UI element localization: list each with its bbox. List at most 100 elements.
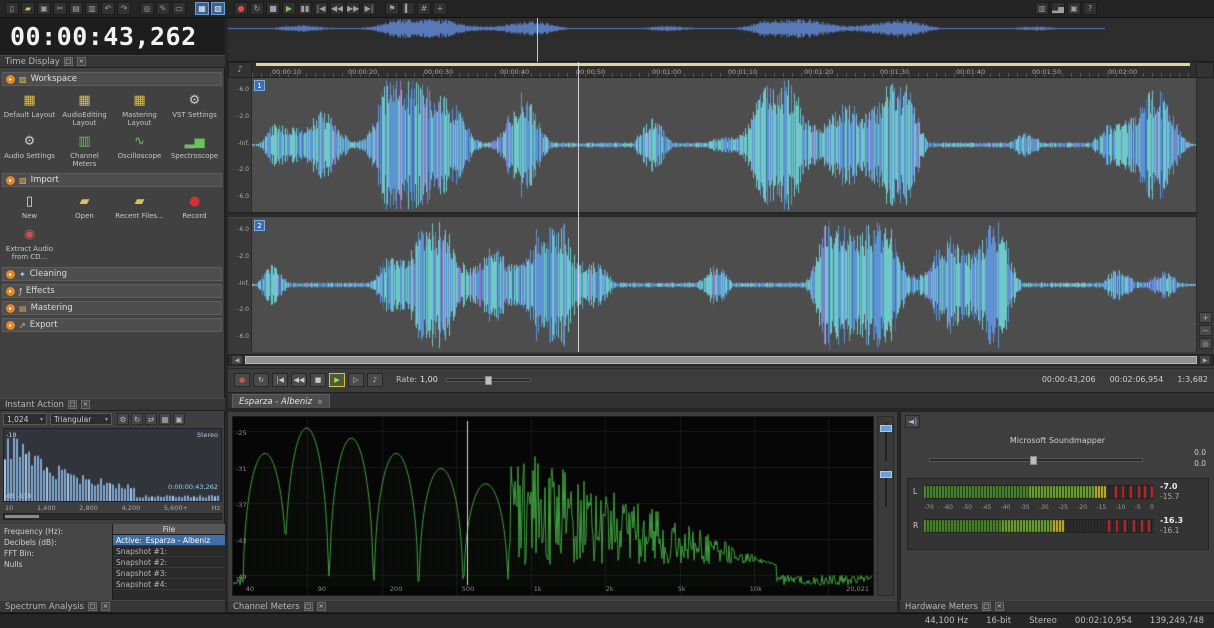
- section-cleaning[interactable]: ▸ ✦ Cleaning: [2, 267, 222, 282]
- magnify-tool-icon[interactable]: ◎: [140, 2, 154, 15]
- forward-icon[interactable]: ▶▶: [346, 2, 360, 15]
- new-file-icon[interactable]: ▯: [5, 2, 19, 15]
- zoom-in-button[interactable]: +: [1199, 312, 1212, 323]
- waveform-channel-1[interactable]: [252, 78, 1196, 212]
- workspace-item-mastering-layout[interactable]: ▦ Mastering Layout: [112, 88, 167, 129]
- loop-playback-button[interactable]: ↻: [253, 372, 269, 387]
- import-item-new[interactable]: ▯ New: [2, 189, 57, 222]
- tab-esparza-albeniz[interactable]: Esparza - Albeniz ×: [232, 394, 330, 408]
- undock-icon[interactable]: □: [63, 57, 73, 66]
- overview-waveform-right[interactable]: [228, 18, 1105, 39]
- undo-icon[interactable]: ↶: [101, 2, 115, 15]
- crosshair-icon[interactable]: +: [433, 2, 447, 15]
- refresh-icon[interactable]: ↻: [131, 413, 143, 425]
- help-icon[interactable]: ?: [1083, 2, 1097, 15]
- section-import[interactable]: ▸ ▨ Import: [2, 173, 222, 188]
- import-item-extract-audio-from-cd[interactable]: ◉ Extract Audio from CD...: [2, 222, 57, 263]
- rewind-icon[interactable]: ◀◀: [330, 2, 344, 15]
- scroll-left-icon[interactable]: ◀: [231, 355, 243, 365]
- play-all-button[interactable]: ▷: [348, 372, 364, 387]
- import-item-open[interactable]: ▰ Open: [57, 189, 112, 222]
- scrollbar-thumb[interactable]: [245, 356, 1197, 364]
- close-icon[interactable]: ×: [80, 400, 90, 409]
- table-row[interactable]: Snapshot #3:: [113, 568, 225, 579]
- undock-icon[interactable]: □: [87, 602, 97, 611]
- scroll-right-icon[interactable]: ▶: [1199, 355, 1211, 365]
- go-to-start-icon[interactable]: |◀: [314, 2, 328, 15]
- undock-icon[interactable]: □: [981, 602, 991, 611]
- region-icon[interactable]: ▍: [401, 2, 415, 15]
- window-type-select[interactable]: Triangular ▾: [50, 413, 112, 425]
- close-icon[interactable]: ×: [317, 398, 323, 406]
- paste-icon[interactable]: ▥: [85, 2, 99, 15]
- redo-icon[interactable]: ↷: [117, 2, 131, 15]
- workspace-item-spectroscope[interactable]: ▂▅ Spectroscope: [167, 129, 222, 170]
- cut-icon[interactable]: ✂: [53, 2, 67, 15]
- table-row[interactable]: Snapshot #2:: [113, 557, 225, 568]
- snap-icon[interactable]: #: [417, 2, 431, 15]
- copy-icon[interactable]: ▤: [69, 2, 83, 15]
- settings-icon[interactable]: ⚙: [117, 413, 129, 425]
- channel-1-badge[interactable]: 1: [254, 80, 265, 91]
- hold-icon[interactable]: ▣: [173, 413, 185, 425]
- time-ruler[interactable]: 00:00:10 00:00:20 00:00:30 00:00:40 00:00:50…: [252, 62, 1196, 78]
- section-effects[interactable]: ▸ ƒ Effects: [2, 284, 222, 299]
- record-icon[interactable]: ●: [234, 2, 248, 15]
- table-row[interactable]: Snapshot #4:: [113, 579, 225, 590]
- zoom-out-button[interactable]: −: [1199, 325, 1212, 336]
- spectral-view-icon[interactable]: ▧: [211, 2, 225, 15]
- zoom-selection-button[interactable]: ◎: [1199, 338, 1212, 349]
- table-row[interactable]: Snapshot #1:: [113, 546, 225, 557]
- sync-icon[interactable]: ⇄: [145, 413, 157, 425]
- waveform-view-icon[interactable]: ▦: [195, 2, 209, 15]
- rewind-button[interactable]: ◀◀: [291, 372, 307, 387]
- undock-icon[interactable]: □: [303, 602, 313, 611]
- ruler-options-icon[interactable]: ♪: [228, 62, 252, 78]
- overview-strip[interactable]: [228, 18, 1214, 62]
- workspace-item-vst-settings[interactable]: ⚙ VST Settings: [167, 88, 222, 129]
- section-workspace[interactable]: ▸ ▨ Workspace: [2, 72, 222, 86]
- workspace-item-audioediting-layout[interactable]: ▦ AudioEditing Layout: [57, 88, 112, 129]
- save-icon[interactable]: ▣: [37, 2, 51, 15]
- fft-size-select[interactable]: 1,024 ▾: [3, 413, 47, 425]
- pause-icon[interactable]: ▮▮: [298, 2, 312, 15]
- rate-slider-handle[interactable]: [484, 375, 492, 385]
- envelope-tool-icon[interactable]: ▭: [172, 2, 186, 15]
- play-icon[interactable]: ▶: [282, 2, 296, 15]
- close-icon[interactable]: ×: [76, 57, 86, 66]
- go-to-start-button[interactable]: |◀: [272, 372, 288, 387]
- close-icon[interactable]: ×: [994, 602, 1004, 611]
- section-export[interactable]: ▸ ↗ Export: [2, 318, 222, 333]
- import-item-recent-files[interactable]: ▰ Recent Files...: [112, 189, 167, 222]
- meter-fader-2[interactable]: [880, 471, 892, 478]
- rate-slider[interactable]: [445, 375, 531, 385]
- scrub-button[interactable]: ♪: [367, 372, 383, 387]
- plugin-chain-icon[interactable]: ▣: [1067, 2, 1081, 15]
- horizontal-scrollbar[interactable]: ◀ ▶: [228, 354, 1214, 366]
- channel-2-badge[interactable]: 2: [254, 220, 265, 231]
- table-row-active[interactable]: Active: Esparza - Albeniz: [113, 535, 225, 546]
- meter-fader-1[interactable]: [880, 425, 892, 432]
- stop-icon[interactable]: ■: [266, 2, 280, 15]
- grid-icon[interactable]: ▦: [159, 413, 171, 425]
- gain-slider-handle[interactable]: [1030, 456, 1037, 465]
- marker-icon[interactable]: ⚑: [385, 2, 399, 15]
- workspace-item-default-layout[interactable]: ▦ Default Layout: [2, 88, 57, 129]
- channel-meters-icon[interactable]: ▥: [1035, 2, 1049, 15]
- workspace-item-audio-settings[interactable]: ⚙ Audio Settings: [2, 129, 57, 170]
- spectrum-scrollbar[interactable]: [3, 513, 222, 520]
- pencil-tool-icon[interactable]: ✎: [156, 2, 170, 15]
- loop-icon[interactable]: ↻: [250, 2, 264, 15]
- workspace-item-oscilloscope[interactable]: ∿ Oscilloscope: [112, 129, 167, 170]
- import-item-record[interactable]: ● Record: [167, 189, 222, 222]
- spectrum-icon[interactable]: ▂▅: [1051, 2, 1065, 15]
- scrollbar-thumb[interactable]: [5, 515, 39, 518]
- go-to-end-icon[interactable]: ▶|: [362, 2, 376, 15]
- open-icon[interactable]: ▰: [21, 2, 35, 15]
- output-gain-slider[interactable]: [929, 456, 1143, 465]
- close-icon[interactable]: ×: [316, 602, 326, 611]
- waveform-channel-2[interactable]: [252, 218, 1196, 352]
- section-mastering[interactable]: ▸ ▤ Mastering: [2, 301, 222, 316]
- play-button[interactable]: ▶: [329, 372, 345, 387]
- undock-icon[interactable]: □: [67, 400, 77, 409]
